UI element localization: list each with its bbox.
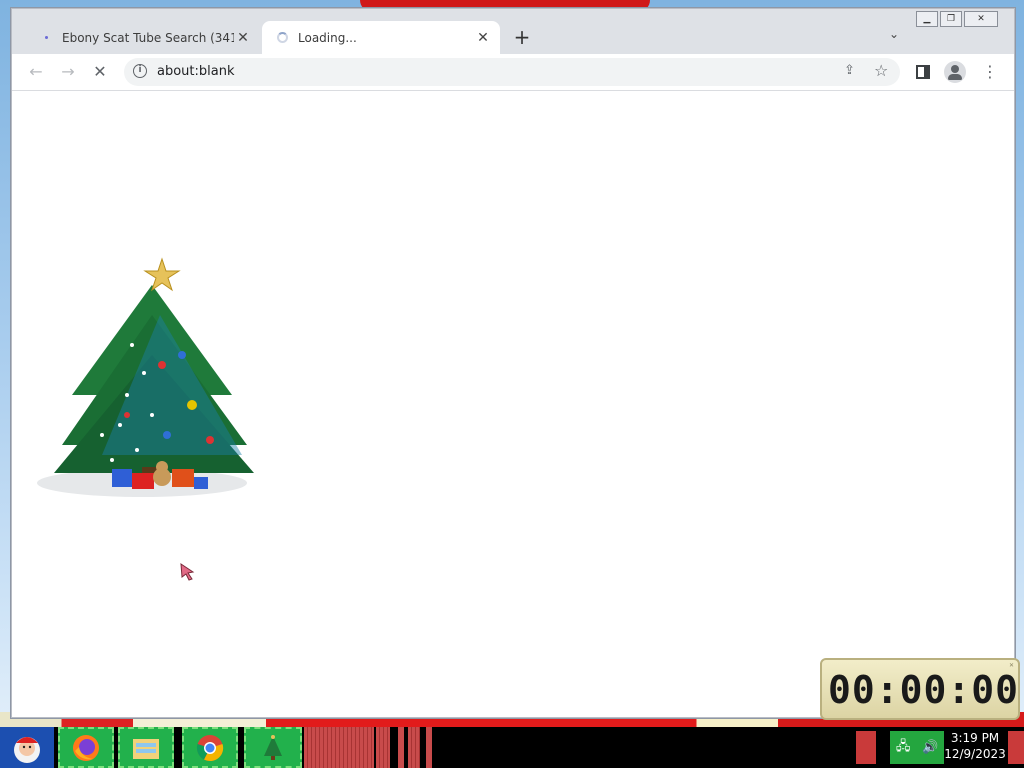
taskbar-chrome[interactable] [182,727,238,768]
system-tray: 🖧 🔊 [890,731,944,764]
address-bar[interactable]: i about:blank ⇪ ☆ [124,58,900,86]
file-manager-icon [133,738,159,759]
christmas-tree-decoration [37,257,254,497]
restore-button[interactable]: ❐ [940,11,962,27]
taskbar-clock[interactable]: 3:19 PM 12/9/2023 [944,730,1006,762]
window-close-button[interactable]: ✕ [964,11,998,27]
clock-date: 12/9/2023 [944,747,1006,761]
tab-close-icon[interactable]: ✕ [474,29,492,47]
stop-loading-close-icon[interactable]: ✕ [86,58,114,86]
taskbar: 🖧 🔊 3:19 PM 12/9/2023 [0,727,1024,768]
browser-window: Ebony Scat Tube Search (341 vide ✕ Loadi… [11,8,1015,718]
profile-icon[interactable] [944,61,966,83]
tab-title: Ebony Scat Tube Search (341 vide [62,30,234,45]
bookmark-star-icon[interactable]: ☆ [874,61,888,80]
network-icon[interactable]: 🖧 [896,737,911,759]
tab-strip: Ebony Scat Tube Search (341 vide ✕ Loadi… [12,9,1014,54]
taskbar-file-manager[interactable] [118,727,174,768]
browser-toolbar: ← → ✕ i about:blank ⇪ ☆ ⋮ [12,54,1014,91]
timer-close-icon[interactable]: ✕ [1009,662,1014,669]
santa-icon [14,736,40,763]
taskbar-firefox[interactable] [58,727,114,768]
address-url[interactable]: about:blank [157,64,235,79]
firefox-icon [73,734,99,761]
page-content [12,91,1014,717]
kebab-menu-icon[interactable]: ⋮ [980,60,1000,84]
window-controls: ▁ ❐ ✕ [916,11,998,27]
chrome-icon [196,734,224,761]
taskbar-christmas-tree[interactable] [244,727,302,768]
show-desktop-button[interactable] [1008,731,1024,764]
loading-spinner-icon [274,30,290,46]
volume-icon[interactable]: 🔊 [922,740,938,755]
info-icon[interactable]: i [133,64,147,78]
back-arrow-icon[interactable]: ← [22,58,50,86]
side-panel-icon[interactable] [916,65,930,79]
tab-loading[interactable]: Loading... ✕ [262,21,500,54]
timer-gadget[interactable]: 00:00:00 ✕ [820,658,1020,720]
timer-display: 00:00:00 [828,668,1020,712]
start-button[interactable] [0,727,54,768]
tab-ebony-search[interactable]: Ebony Scat Tube Search (341 vide ✕ [26,21,260,54]
taskbar-decoration [304,727,374,768]
taskbar-decoration [426,727,432,768]
tab-title: Loading... [298,30,357,45]
forward-arrow-icon[interactable]: → [54,58,82,86]
taskbar-decoration [376,727,390,768]
mouse-cursor-icon [180,563,195,581]
tray-decoration [856,731,876,764]
taskbar-decoration [398,727,404,768]
new-tab-button[interactable]: + [510,25,534,49]
tab-close-icon[interactable]: ✕ [234,29,252,47]
tab-favicon-icon [38,30,54,46]
christmas-tree-icon [264,734,282,760]
share-icon[interactable]: ⇪ [844,63,855,78]
taskbar-decoration [408,727,420,768]
minimize-button[interactable]: ▁ [916,11,938,27]
tab-search-chevron-icon[interactable]: ⌄ [884,27,904,47]
clock-time: 3:19 PM [950,731,1000,745]
